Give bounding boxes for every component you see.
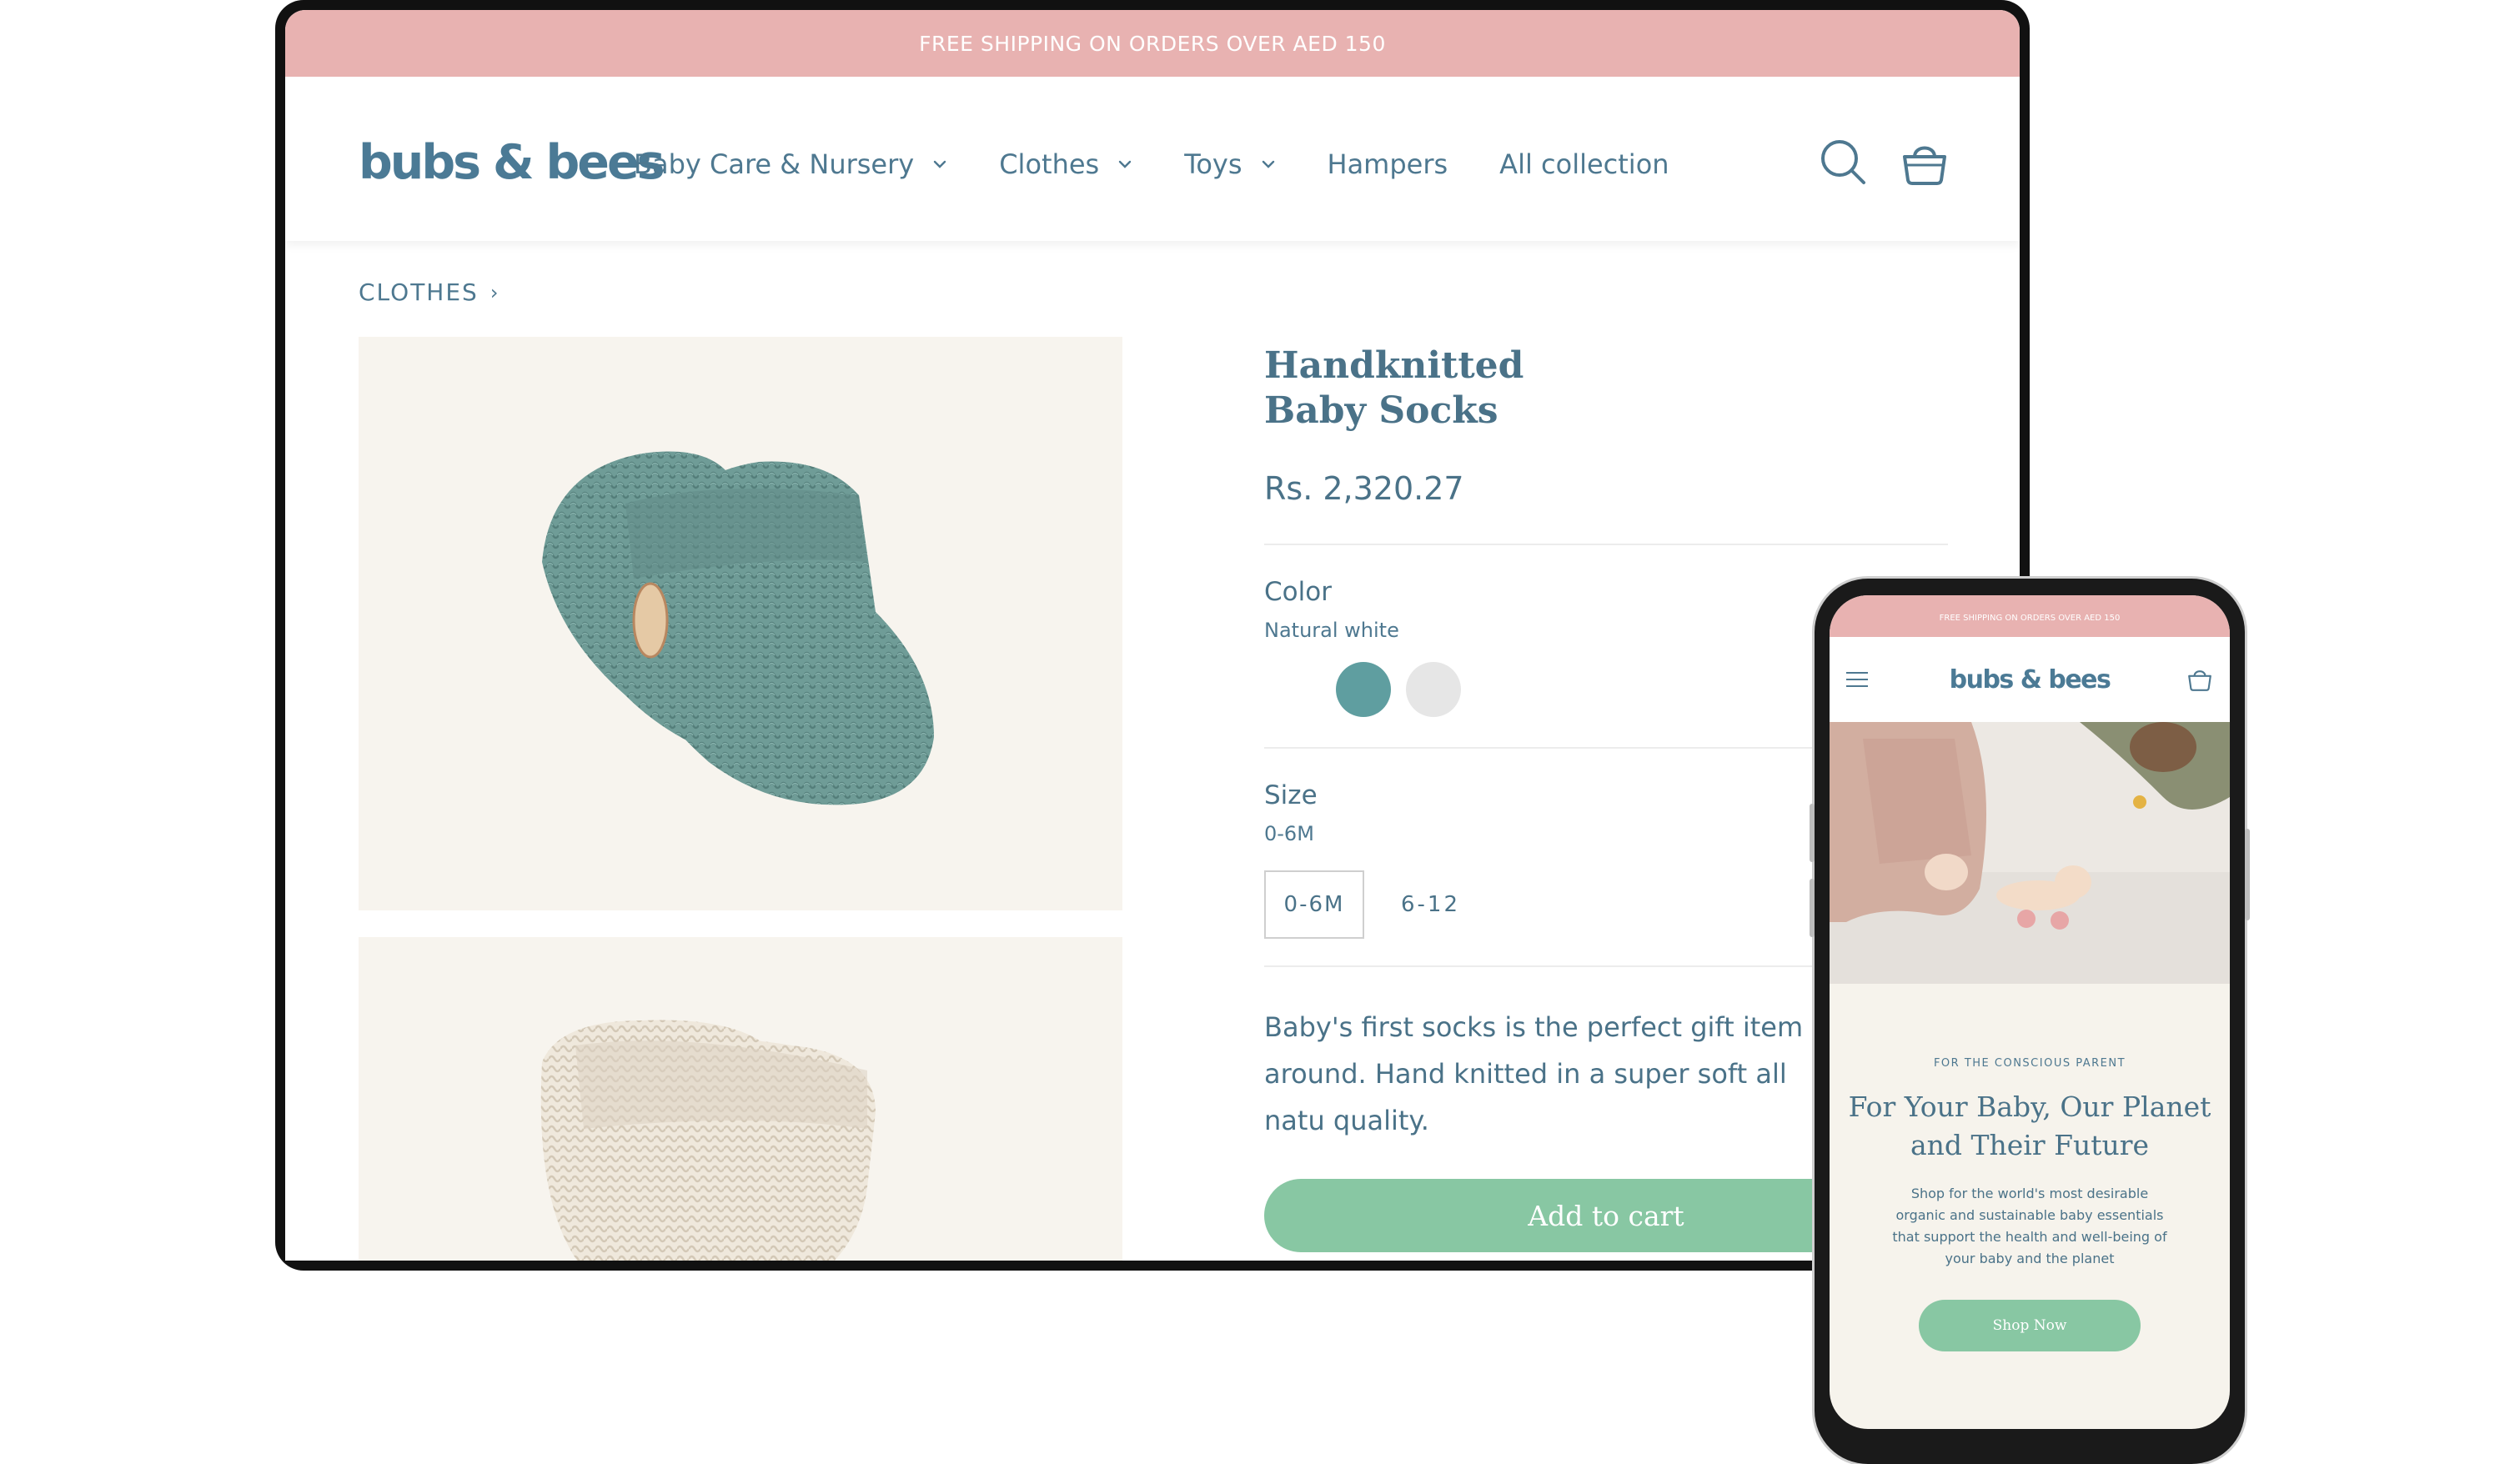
swatch-natural-white[interactable] <box>1406 662 1461 717</box>
mobile-hero-image <box>1830 722 2230 984</box>
phone-mockup: FREE SHIPPING ON ORDERS OVER AED 150 bub… <box>1810 579 2250 1464</box>
nav-item-label: All collection <box>1499 148 1669 180</box>
nav-item-baby-care[interactable]: Baby Care & Nursery <box>634 148 947 180</box>
hero-photo-kids-playing <box>1830 722 2230 984</box>
product-image-natural[interactable] <box>359 937 1122 1261</box>
sage-booties-image <box>542 451 934 805</box>
mobile-logo[interactable]: bubs & bees <box>1830 665 2230 694</box>
mobile-announcement-bar: FREE SHIPPING ON ORDERS OVER AED 150 <box>1830 595 2230 637</box>
nav-item-all-collection[interactable]: All collection <box>1499 148 1669 180</box>
main-nav: Baby Care & Nursery Clothes Toys Hampers… <box>634 148 1721 180</box>
basket-icon[interactable] <box>2186 665 2213 692</box>
basket-icon[interactable] <box>1900 137 1950 187</box>
phone-side-button <box>2245 829 2250 920</box>
nav-item-label: Hampers <box>1327 148 1448 180</box>
white-booties-image <box>540 1020 876 1261</box>
phone-screen: FREE SHIPPING ON ORDERS OVER AED 150 bub… <box>1830 595 2230 1429</box>
breadcrumb-clothes[interactable]: CLOTHES <box>359 278 479 306</box>
nav-item-hampers[interactable]: Hampers <box>1328 148 1448 180</box>
nav-item-label: Toys <box>1184 148 1242 180</box>
mobile-header: bubs & bees <box>1830 637 2230 722</box>
mobile-announcement-text: FREE SHIPPING ON ORDERS OVER AED 150 <box>1939 613 2121 623</box>
product-title: Handknitted Baby Socks <box>1264 344 1524 432</box>
mobile-eyebrow: FOR THE CONSCIOUS PARENT <box>1933 1057 2126 1070</box>
chevron-down-icon <box>1262 160 1274 168</box>
product-description: Baby's first socks is the perfect gift i… <box>1264 1011 1843 1136</box>
nav-item-clothes[interactable]: Clothes <box>999 148 1132 180</box>
shop-now-button[interactable]: Shop Now <box>1919 1300 2141 1351</box>
divider <box>1264 544 1948 545</box>
product-image-sage[interactable] <box>359 337 1122 910</box>
announcement-text: FREE SHIPPING ON ORDERS OVER AED 150 <box>919 31 1386 56</box>
mobile-hero-body: Shop for the world's most desirable orga… <box>1892 1186 2167 1266</box>
phone-side-button <box>1810 804 1815 862</box>
phone-side-button <box>1810 879 1815 937</box>
mobile-hero-heading: For Your Baby, Our Planet and Their Futu… <box>1848 1090 2211 1161</box>
chevron-down-icon <box>934 160 946 168</box>
desktop-screen: FREE SHIPPING ON ORDERS OVER AED 150 bub… <box>285 10 2020 1261</box>
desktop-mockup: FREE SHIPPING ON ORDERS OVER AED 150 bub… <box>275 0 2030 1271</box>
breadcrumb-separator: › <box>489 280 500 304</box>
size-option-0-6m[interactable]: 0-6M <box>1264 870 1364 939</box>
breadcrumb[interactable]: CLOTHES › <box>359 278 499 306</box>
nav-item-label: Baby Care & Nursery <box>634 148 915 180</box>
nav-item-toys[interactable]: Toys <box>1184 148 1275 180</box>
product-price: Rs. 2,320.27 <box>1264 470 1464 507</box>
search-icon[interactable] <box>1818 137 1868 187</box>
size-option-6-12[interactable]: 6-12 <box>1401 892 1460 917</box>
announcement-bar: FREE SHIPPING ON ORDERS OVER AED 150 <box>285 10 2020 77</box>
nav-item-label: Clothes <box>999 148 1100 180</box>
chevron-down-icon <box>1119 160 1132 168</box>
site-logo[interactable]: bubs & bees <box>359 135 665 190</box>
swatch-sage[interactable] <box>1336 662 1391 717</box>
site-header: bubs & bees Baby Care & Nursery Clothes … <box>285 77 2020 241</box>
